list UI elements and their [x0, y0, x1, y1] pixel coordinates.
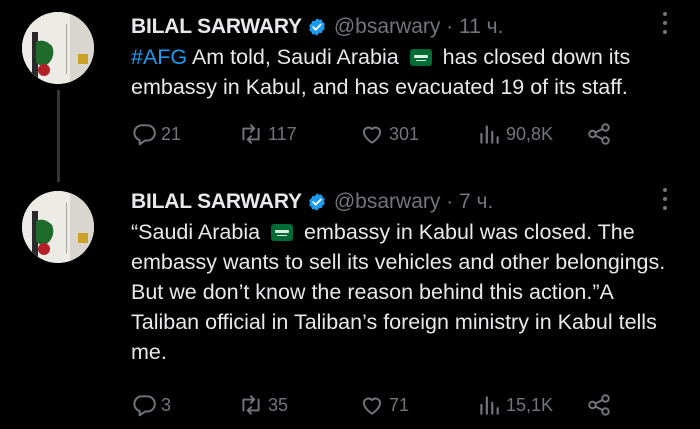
retweet-count: 117: [268, 123, 297, 144]
retweet-count: 35: [268, 394, 289, 415]
handle-time[interactable]: @bsarwary · 7 ч.: [334, 190, 493, 214]
views-button[interactable]: 15,1K: [476, 390, 553, 420]
reply-button[interactable]: 3: [131, 390, 171, 420]
like-icon: [362, 397, 382, 415]
saudi-flag-icon: [271, 224, 294, 241]
text-part: Am told, Saudi Arabia: [187, 45, 405, 69]
reply-icon: [133, 124, 156, 146]
retweet-button[interactable]: 117: [238, 119, 297, 149]
retweet-icon: [242, 395, 260, 415]
tweet-actions: 3 35 71 15,1K: [131, 390, 621, 420]
tweet-header: BILAL SARWARY @bsarwary · 11 ч.: [131, 13, 503, 41]
reply-count: 21: [161, 123, 182, 144]
like-button[interactable]: 71: [359, 390, 409, 420]
tweet-header: BILAL SARWARY @bsarwary · 7 ч.: [131, 188, 493, 216]
view-count: 90,8K: [506, 123, 554, 144]
text-part: “Saudi Arabia: [131, 220, 267, 244]
author-name[interactable]: BILAL SARWARY: [131, 190, 302, 214]
more-icon[interactable]: [662, 188, 668, 215]
saudi-flag-icon: [409, 49, 432, 66]
verified-icon: [309, 18, 325, 36]
reply-count: 3: [161, 394, 172, 415]
views-icon: [480, 125, 499, 144]
share-button[interactable]: [586, 390, 616, 420]
reply-icon: [133, 395, 156, 417]
like-button[interactable]: 301: [359, 119, 419, 149]
views-icon: [480, 396, 499, 415]
retweet-button[interactable]: 35: [238, 390, 288, 420]
verified-icon: [309, 193, 325, 211]
view-count: 15,1K: [506, 394, 554, 415]
hashtag-link[interactable]: #AFG: [131, 45, 187, 69]
retweet-icon: [242, 124, 260, 144]
like-count: 301: [389, 123, 420, 144]
handle-time[interactable]: @bsarwary · 11 ч.: [334, 15, 504, 39]
avatar[interactable]: [22, 12, 94, 84]
reply-button[interactable]: 21: [131, 119, 181, 149]
like-count: 71: [389, 394, 410, 415]
avatar[interactable]: [22, 191, 94, 263]
share-button[interactable]: [586, 119, 616, 149]
tweet-text: #AFG Am told, Saudi Arabia has closed do…: [131, 42, 676, 102]
share-icon: [588, 394, 610, 416]
tweet-actions: 21 117 301 90,8K: [131, 119, 621, 149]
share-icon: [588, 123, 610, 145]
views-button[interactable]: 90,8K: [476, 119, 553, 149]
tweet[interactable]: BILAL SARWARY @bsarwary · 11 ч. #AFG Am …: [0, 0, 700, 182]
tweet[interactable]: BILAL SARWARY @bsarwary · 7 ч. “Saudi Ar…: [0, 178, 700, 429]
tweet-text: “Saudi Arabia embassy in Kabul was close…: [131, 217, 676, 367]
author-name[interactable]: BILAL SARWARY: [131, 15, 302, 39]
thread-line: [57, 90, 60, 182]
more-icon[interactable]: [662, 12, 668, 39]
like-icon: [362, 126, 382, 144]
